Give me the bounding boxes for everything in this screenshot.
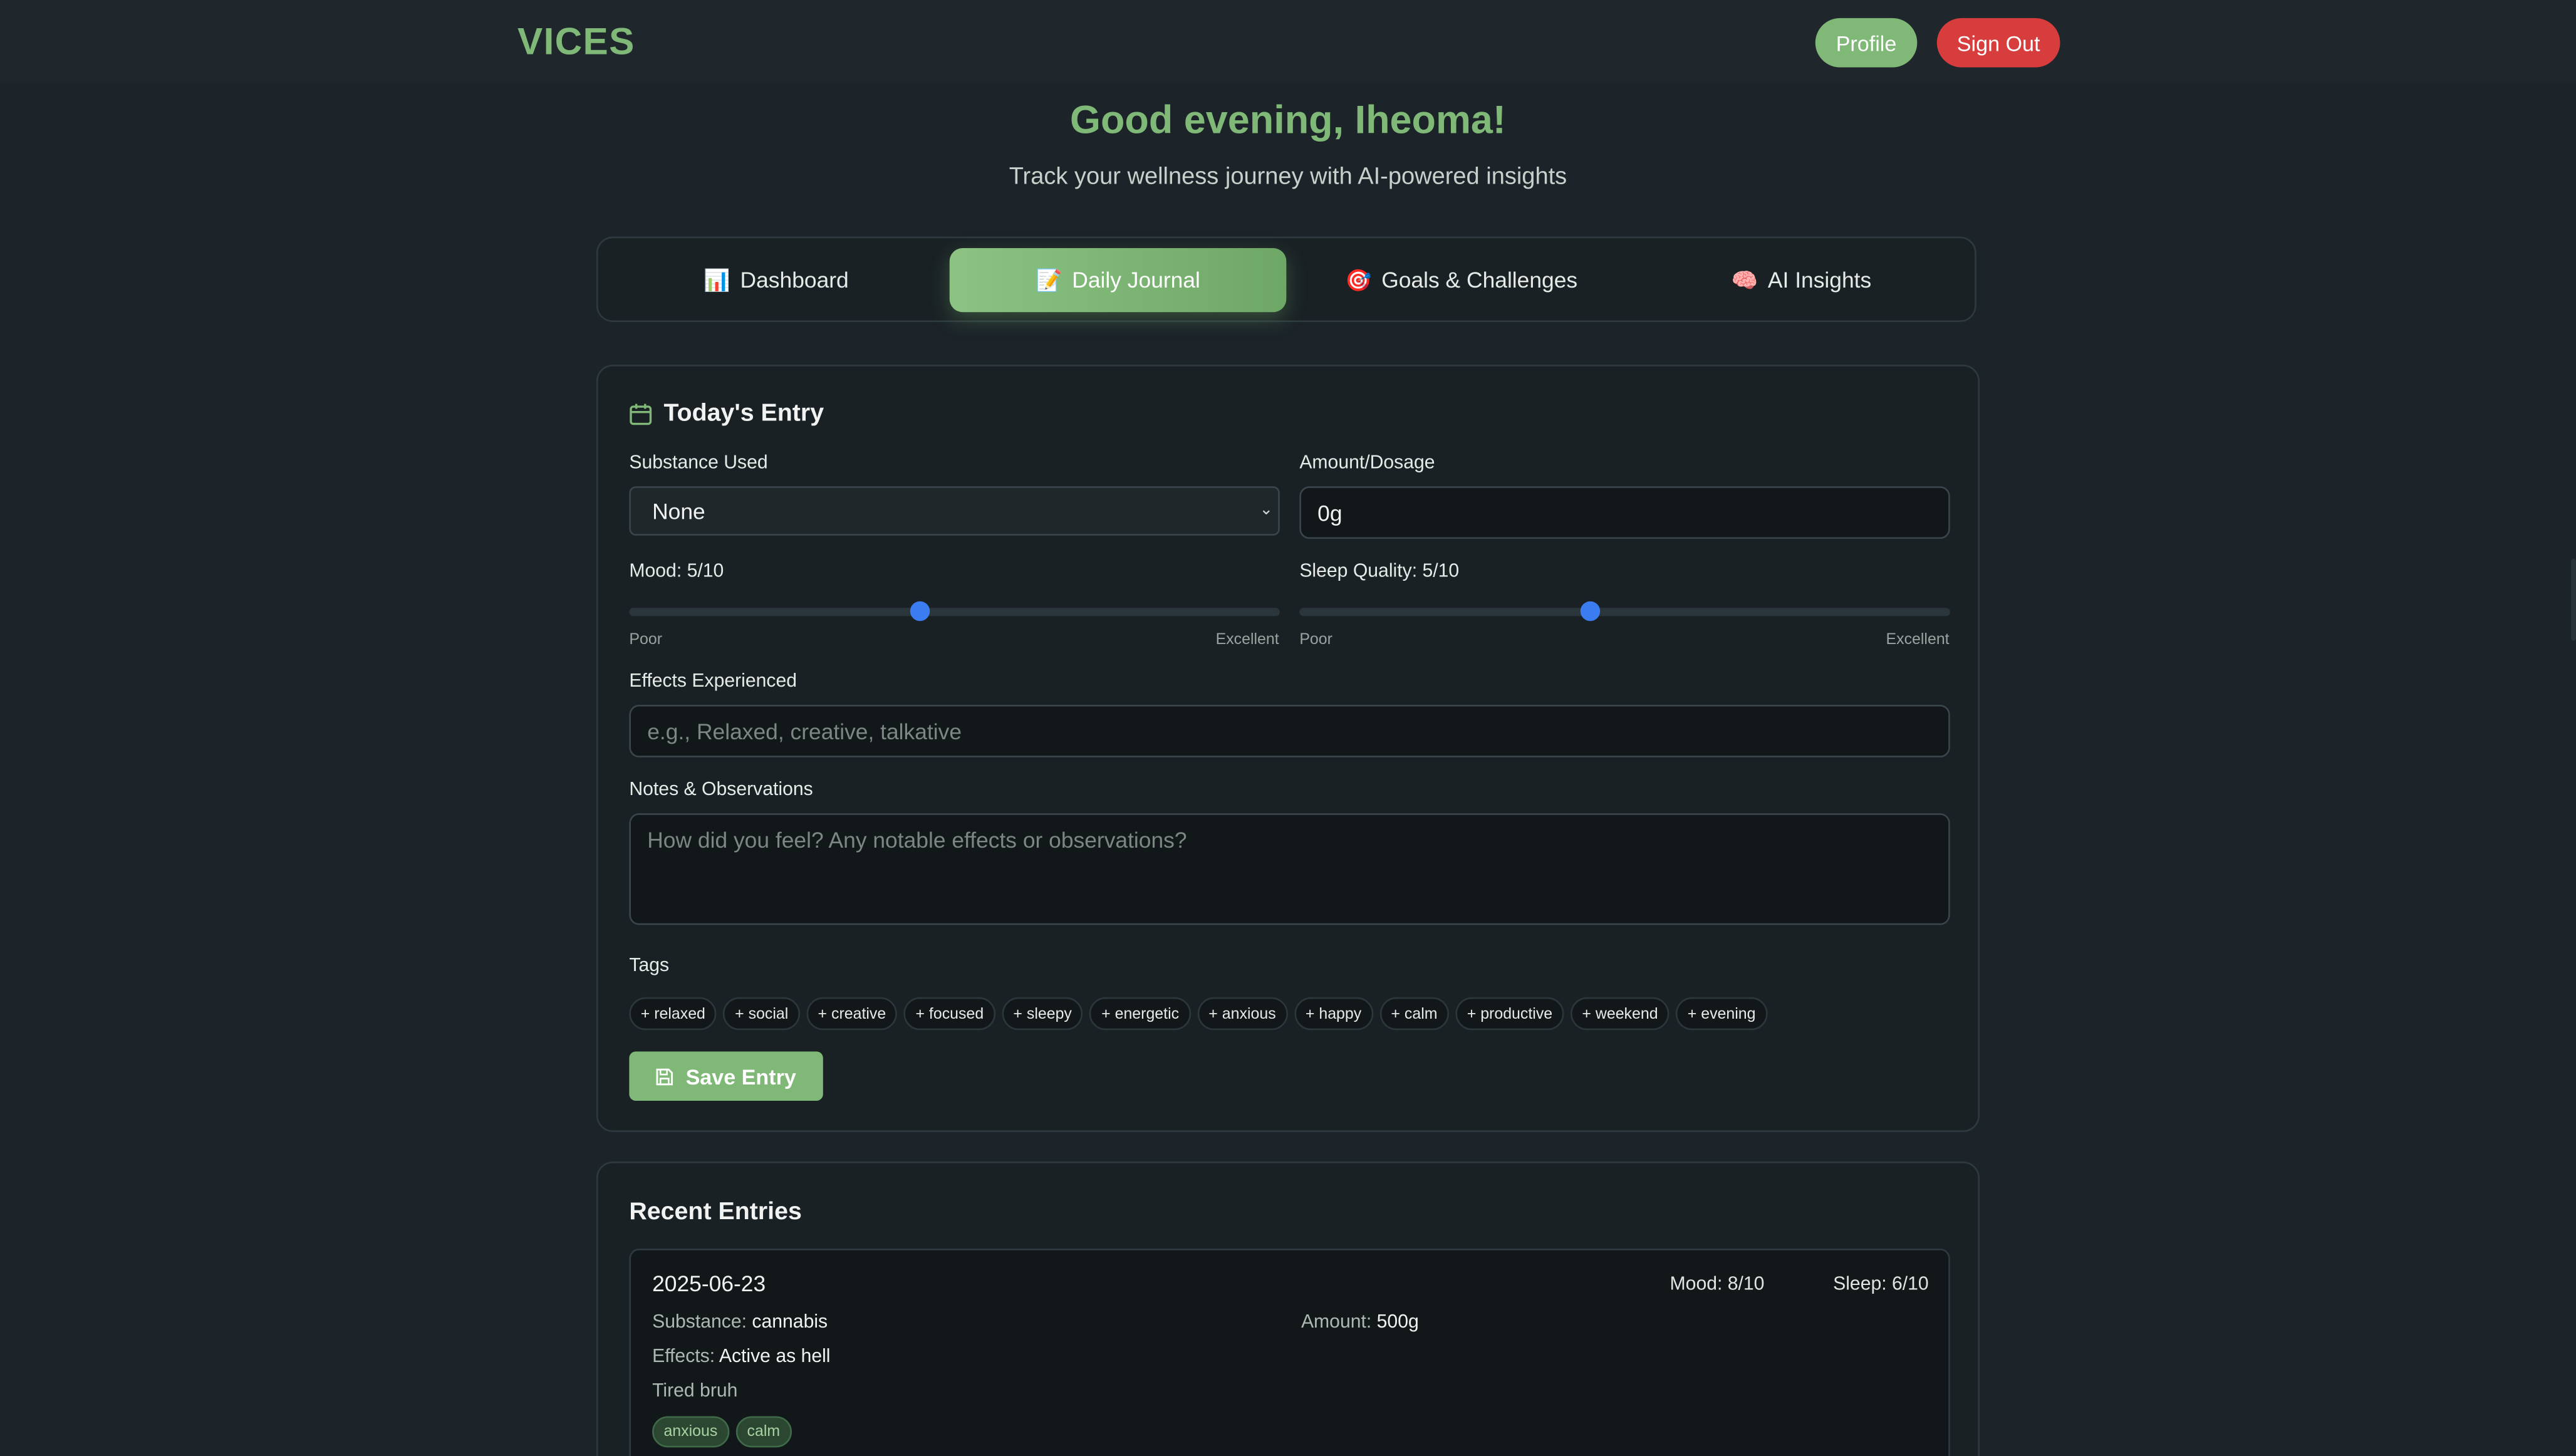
entry-amount: Amount: 500g xyxy=(1301,1313,1419,1332)
entry-tag: calm xyxy=(735,1416,792,1448)
sleep-max-label: Excellent xyxy=(1886,631,1950,649)
amount-value: 0g xyxy=(1317,500,1343,525)
target-icon: 🎯 xyxy=(1345,267,1372,292)
entry-effects-value: Active as hell xyxy=(719,1347,831,1367)
entry-tag: anxious xyxy=(652,1416,729,1448)
brain-icon: 🧠 xyxy=(1731,267,1758,292)
profile-button[interactable]: Profile xyxy=(1815,18,1918,68)
mood-label: Mood: 5/10 xyxy=(629,561,724,582)
mood-slider-thumb[interactable] xyxy=(909,601,930,621)
card-title: Today's Entry xyxy=(663,399,824,427)
main-tabs: 📊 Dashboard 📝 Daily Journal 🎯 Goals & Ch… xyxy=(596,236,1976,322)
substance-select[interactable]: None ⌄ xyxy=(629,486,1280,536)
tab-label: AI Insights xyxy=(1767,268,1872,293)
tab-label: Goals & Challenges xyxy=(1381,268,1578,293)
recent-entries-card: Recent Entries 2025-06-23 Mood: 8/10 Sle… xyxy=(596,1162,1980,1456)
chevron-down-icon: ⌄ xyxy=(1259,501,1274,519)
page: VICES Profile Sign Out Good evening, Ihe… xyxy=(0,0,2576,1456)
app-logo[interactable]: VICES xyxy=(517,19,635,64)
tags-label: Tags xyxy=(629,956,670,976)
tag-energetic[interactable]: + energetic xyxy=(1089,997,1191,1031)
card-title-row: Today's Entry xyxy=(629,399,824,427)
entry-sleep: Sleep: 6/10 xyxy=(1833,1274,1929,1295)
tag-creative[interactable]: + creative xyxy=(806,997,898,1031)
save-icon xyxy=(657,1068,674,1084)
tag-productive[interactable]: + productive xyxy=(1455,997,1564,1031)
tab-dashboard[interactable]: 📊 Dashboard xyxy=(608,248,945,312)
entry-tags: anxious calm xyxy=(652,1416,792,1448)
sleep-slider-thumb[interactable] xyxy=(1579,601,1600,621)
notes-placeholder: How did you feel? Any notable effects or… xyxy=(647,828,1187,853)
entry-effects-key: Effects: xyxy=(652,1347,715,1367)
greeting-title: Good evening, Iheoma! xyxy=(1070,98,1506,143)
effects-input[interactable]: e.g., Relaxed, creative, talkative xyxy=(629,705,1950,757)
notes-textarea[interactable]: How did you feel? Any notable effects or… xyxy=(629,813,1950,925)
tag-focused[interactable]: + focused xyxy=(904,997,995,1031)
top-navbar: VICES Profile Sign Out xyxy=(0,0,2576,83)
amount-input[interactable]: 0g xyxy=(1299,486,1950,539)
tag-calm[interactable]: + calm xyxy=(1379,997,1449,1031)
effects-placeholder: e.g., Relaxed, creative, talkative xyxy=(647,719,962,744)
sleep-label: Sleep Quality: 5/10 xyxy=(1299,561,1460,582)
tab-label: Daily Journal xyxy=(1072,268,1200,293)
entry-substance-value: cannabis xyxy=(752,1313,828,1333)
entry-date: 2025-06-23 xyxy=(652,1271,766,1297)
todays-entry-card: Today's Entry Substance Used None ⌄ Amou… xyxy=(596,365,1980,1132)
effects-label: Effects Experienced xyxy=(629,672,797,692)
sleep-min-label: Poor xyxy=(1299,631,1332,649)
tag-social[interactable]: + social xyxy=(723,997,800,1031)
memo-icon: 📝 xyxy=(1036,267,1062,292)
chart-icon: 📊 xyxy=(704,267,730,292)
calendar-icon xyxy=(630,403,652,424)
entry-amount-value: 500g xyxy=(1376,1313,1419,1333)
scrollbar[interactable] xyxy=(2571,558,2576,641)
tag-anxious[interactable]: + anxious xyxy=(1197,997,1288,1031)
mood-min-label: Poor xyxy=(629,631,663,649)
entry-note: Tired bruh xyxy=(652,1381,738,1401)
substance-label: Substance Used xyxy=(629,453,768,474)
tag-happy[interactable]: + happy xyxy=(1294,997,1373,1031)
amount-label: Amount/Dosage xyxy=(1299,453,1435,474)
recent-entries-title: Recent Entries xyxy=(629,1197,802,1226)
mood-slider[interactable] xyxy=(629,601,1280,621)
save-entry-button[interactable]: Save Entry xyxy=(629,1051,823,1101)
greeting-subtitle: Track your wellness journey with AI-powe… xyxy=(1009,164,1567,191)
tab-label: Dashboard xyxy=(740,268,849,293)
mood-max-label: Excellent xyxy=(1215,631,1279,649)
save-entry-label: Save Entry xyxy=(685,1064,796,1089)
tag-sleepy[interactable]: + sleepy xyxy=(1002,997,1084,1031)
tag-relaxed[interactable]: + relaxed xyxy=(629,997,717,1031)
tag-list: + relaxed + social + creative + focused … xyxy=(629,997,1767,1031)
entry-effects: Effects: Active as hell xyxy=(652,1347,830,1366)
recent-entry[interactable]: 2025-06-23 Mood: 8/10 Sleep: 6/10 Substa… xyxy=(629,1249,1950,1456)
tab-goals-challenges[interactable]: 🎯 Goals & Challenges xyxy=(1293,248,1630,312)
tag-evening[interactable]: + evening xyxy=(1676,997,1767,1031)
sleep-slider[interactable] xyxy=(1299,601,1950,621)
notes-label: Notes & Observations xyxy=(629,780,813,801)
tag-weekend[interactable]: + weekend xyxy=(1571,997,1670,1031)
entry-amount-key: Amount: xyxy=(1301,1313,1372,1333)
tab-ai-insights[interactable]: 🧠 AI Insights xyxy=(1633,248,1970,312)
tab-daily-journal[interactable]: 📝 Daily Journal xyxy=(949,247,1287,313)
sign-out-button[interactable]: Sign Out xyxy=(1936,18,2060,68)
entry-substance: Substance: cannabis xyxy=(652,1313,828,1332)
substance-value: None xyxy=(652,498,705,524)
entry-mood: Mood: 8/10 xyxy=(1670,1274,1765,1295)
entry-substance-key: Substance: xyxy=(652,1313,747,1333)
